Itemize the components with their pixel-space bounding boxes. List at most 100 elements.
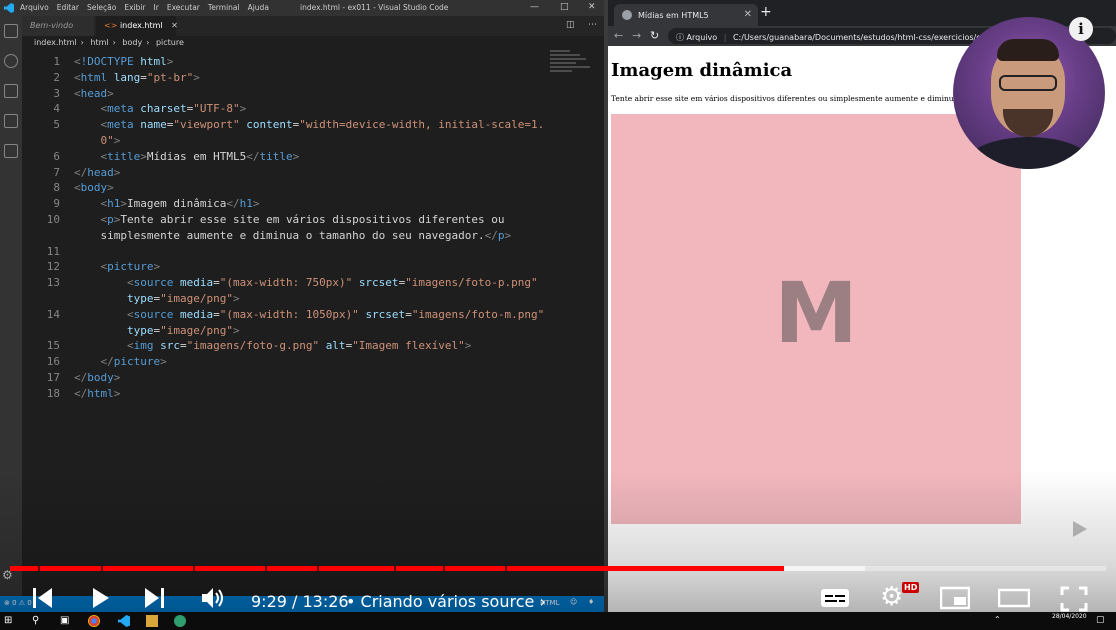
file-explorer-icon[interactable] bbox=[146, 615, 158, 627]
code-line[interactable]: </picture> bbox=[74, 354, 167, 370]
theater-mode-icon[interactable] bbox=[998, 586, 1030, 610]
line-number: 17 bbox=[46, 371, 60, 384]
code-line[interactable]: <html lang="pt-br"> bbox=[74, 70, 200, 86]
chapter-marker bbox=[193, 566, 196, 571]
back-icon[interactable]: ← bbox=[614, 29, 623, 42]
activity-bar bbox=[0, 16, 22, 596]
miniplayer-icon[interactable] bbox=[940, 586, 970, 610]
windows-taskbar: ⊞ ⚲ ▣ ⌃ 28/04/2020 ▢ bbox=[0, 612, 1116, 630]
time-display: 9:29 / 13:26 bbox=[251, 592, 349, 611]
code-line[interactable]: 0"> bbox=[74, 133, 121, 149]
code-line[interactable]: <source media="(max-width: 750px)" srcse… bbox=[74, 275, 538, 291]
play-icon[interactable] bbox=[88, 586, 112, 610]
tab-index-html[interactable]: <> index.html ✕ bbox=[96, 16, 178, 36]
globe-icon bbox=[622, 10, 632, 20]
previous-icon[interactable] bbox=[30, 586, 54, 610]
close-icon[interactable]: ✕ bbox=[588, 2, 596, 12]
chrome-tab-title: Mídias em HTML5 bbox=[638, 11, 709, 20]
run-debug-icon[interactable] bbox=[4, 114, 18, 128]
settings-gear-icon[interactable]: ⚙ bbox=[880, 582, 903, 612]
tab-close-icon[interactable]: ✕ bbox=[171, 21, 178, 30]
volume-icon[interactable] bbox=[200, 586, 226, 610]
code-line[interactable]: </body> bbox=[74, 370, 120, 386]
new-tab-icon[interactable]: + bbox=[760, 4, 772, 20]
progress-played bbox=[10, 566, 784, 571]
chrome-tab[interactable]: Mídias em HTML5 ✕ bbox=[614, 4, 758, 26]
code-line[interactable]: <img src="imagens/foto-g.png" alt="Image… bbox=[74, 338, 471, 354]
fullscreen-icon[interactable] bbox=[1060, 586, 1088, 612]
code-line[interactable]: <title>Mídias em HTML5</title> bbox=[74, 149, 300, 165]
notification-center-icon[interactable]: ▢ bbox=[1096, 615, 1105, 625]
more-actions-icon[interactable]: ⋯ bbox=[588, 20, 597, 30]
code-line[interactable]: <meta charset="UTF-8"> bbox=[74, 101, 247, 117]
code-line[interactable]: </head> bbox=[74, 165, 120, 181]
code-line[interactable]: simplesmente aumente e diminua o tamanho… bbox=[74, 228, 511, 244]
code-editor[interactable]: 1 <!DOCTYPE html> 2 <html lang="pt-br"> 3 <he… bbox=[22, 50, 604, 596]
code-line[interactable]: <head> bbox=[74, 86, 114, 102]
info-icon[interactable]: i bbox=[1069, 17, 1093, 41]
code-line[interactable]: <p>Tente abrir esse site em vários dispo… bbox=[74, 212, 505, 228]
line-number: 12 bbox=[46, 260, 60, 274]
explorer-icon[interactable] bbox=[4, 24, 18, 38]
breadcrumb-html[interactable]: html bbox=[90, 38, 108, 47]
chevron-right-icon: › bbox=[539, 592, 546, 611]
code-line[interactable]: <h1>Imagem dinâmica</h1> bbox=[74, 196, 260, 212]
vscode-logo-icon bbox=[4, 3, 14, 13]
chapter-marker bbox=[100, 566, 103, 571]
youtube-watermark-icon bbox=[1056, 512, 1102, 546]
code-line[interactable]: <picture> bbox=[74, 259, 161, 275]
code-line[interactable]: <meta name="viewport" content="width=dev… bbox=[74, 117, 545, 133]
tab-close-icon[interactable]: ✕ bbox=[744, 9, 752, 20]
vscode-titlebar: Arquivo Editar Seleção Exibir Ir Executar Term… bbox=[0, 0, 604, 16]
menu-item[interactable]: Terminal bbox=[208, 3, 240, 12]
minimize-icon[interactable]: — bbox=[530, 2, 539, 12]
menu-item[interactable]: Ajuda bbox=[248, 3, 269, 12]
menu-item[interactable]: Seleção bbox=[87, 3, 116, 12]
line-number: 15 bbox=[46, 339, 60, 353]
info-icon[interactable]: ⓘ bbox=[676, 33, 684, 42]
menu-item[interactable]: Editar bbox=[57, 3, 79, 12]
html-file-icon: <> bbox=[104, 21, 118, 30]
forward-icon[interactable]: → bbox=[632, 29, 641, 42]
code-line[interactable]: type="image/png"> bbox=[74, 291, 240, 307]
edge-icon[interactable] bbox=[174, 615, 186, 627]
menu-item[interactable]: Ir bbox=[154, 3, 159, 12]
page-heading: Imagem dinâmica bbox=[611, 60, 793, 81]
line-number: 5 bbox=[53, 118, 60, 132]
next-icon[interactable] bbox=[143, 586, 167, 610]
breadcrumb-file[interactable]: index.html bbox=[34, 38, 77, 47]
progress-bar[interactable] bbox=[10, 566, 1106, 571]
code-line[interactable]: <source media="(max-width: 1050px)" srcs… bbox=[74, 307, 544, 323]
menu-item[interactable]: Exibir bbox=[124, 3, 145, 12]
maximize-icon[interactable]: □ bbox=[560, 2, 569, 12]
menu-item[interactable]: Executar bbox=[167, 3, 200, 12]
code-line[interactable]: </html> bbox=[74, 386, 120, 402]
taskbar-date: 28/04/2020 bbox=[1052, 613, 1087, 620]
task-view-icon[interactable]: ▣ bbox=[60, 615, 72, 627]
image-letter: M bbox=[774, 264, 858, 362]
reload-icon[interactable]: ↻ bbox=[650, 29, 659, 42]
extensions-icon[interactable] bbox=[4, 144, 18, 158]
chapter-title[interactable]: • Criando vários source › bbox=[346, 592, 546, 611]
chrome-taskbar-icon[interactable] bbox=[88, 615, 100, 627]
minimap[interactable] bbox=[550, 50, 594, 80]
code-line[interactable]: <!DOCTYPE html> bbox=[74, 54, 173, 70]
search-icon[interactable]: ⚲ bbox=[32, 615, 44, 627]
breadcrumb-body[interactable]: body bbox=[122, 38, 142, 47]
subtitles-icon[interactable] bbox=[820, 586, 850, 610]
tab-welcome[interactable]: Bem-vindo bbox=[22, 16, 94, 36]
split-editor-icon[interactable]: ◫ bbox=[566, 20, 575, 30]
taskbar-clock[interactable]: 28/04/2020 bbox=[1052, 613, 1087, 621]
breadcrumb-picture[interactable]: picture bbox=[156, 38, 184, 47]
chapter-label: Criando vários source bbox=[360, 592, 535, 611]
source-control-icon[interactable] bbox=[4, 84, 18, 98]
menu-item[interactable]: Arquivo bbox=[20, 3, 49, 12]
vscode-menu-bar: Arquivo Editar Seleção Exibir Ir Executar Term… bbox=[20, 3, 269, 12]
search-icon[interactable] bbox=[4, 54, 18, 68]
tray-chevron-icon[interactable]: ⌃ bbox=[994, 615, 1001, 624]
vscode-taskbar-icon[interactable] bbox=[118, 615, 130, 627]
code-line[interactable]: <body> bbox=[74, 180, 114, 196]
windows-start-icon[interactable]: ⊞ bbox=[4, 615, 16, 627]
code-line[interactable]: type="image/png"> bbox=[74, 323, 240, 339]
line-number: 3 bbox=[53, 86, 60, 100]
